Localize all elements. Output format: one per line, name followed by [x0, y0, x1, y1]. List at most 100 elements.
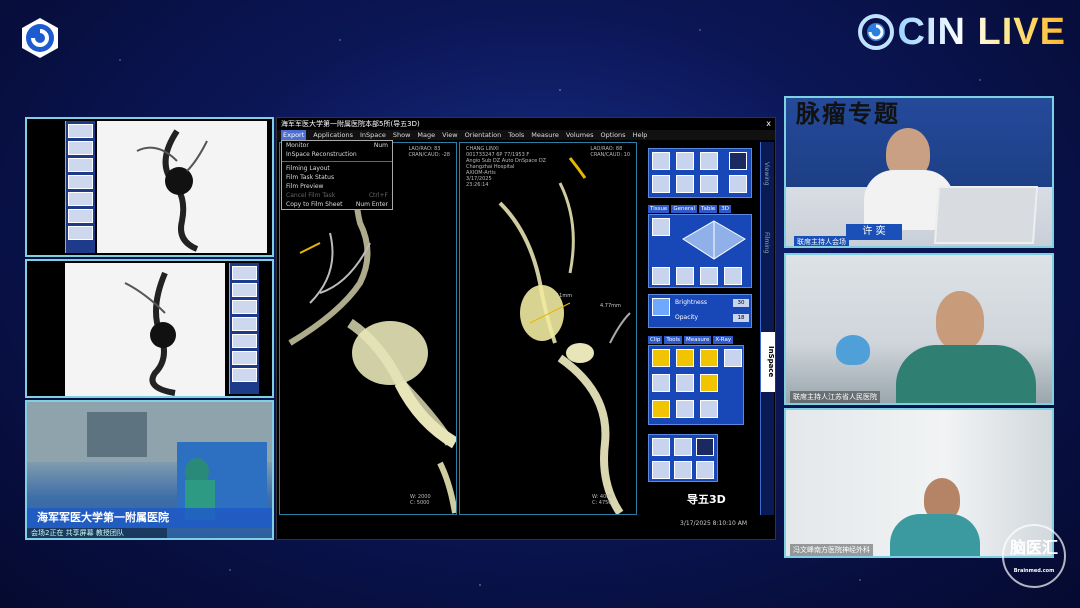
preset-4-icon[interactable]: [724, 267, 742, 285]
venue-label: 联席主持人会场: [794, 236, 849, 246]
opacity-value[interactable]: 18: [733, 314, 749, 322]
tool-panel: Tissue General Table 3D Brightness 30 Opaci…: [640, 142, 775, 515]
orientation-cube-panel: [648, 214, 752, 288]
delete-tool-icon[interactable]: [700, 400, 718, 418]
preset-1-icon[interactable]: [652, 267, 670, 285]
ruler-tool-icon[interactable]: [652, 349, 670, 367]
tab-bar-bottom: Clip Tools Measure X-Ray: [648, 336, 734, 344]
grid-tool-icon[interactable]: [674, 438, 692, 456]
brand-header: CIN LIVE: [857, 12, 1066, 52]
tab-3d[interactable]: 3D: [719, 205, 731, 213]
menu-bar: Export Applications InSpace Show Mage View Ori…: [277, 130, 775, 140]
move-tool-icon[interactable]: [674, 461, 692, 479]
orientation-cube-icon[interactable]: [679, 219, 749, 264]
side-tab-viewing[interactable]: Viewing: [763, 162, 770, 186]
angle-tool-icon[interactable]: [676, 349, 694, 367]
viewport-right[interactable]: CHANG LINXI 001733247 6P 77/1953 F Angio S…: [459, 142, 637, 515]
line-tool-icon[interactable]: [700, 349, 718, 367]
daowu-logo: 导五3D: [687, 493, 726, 506]
venue-label: 联席主持人江苏省人民医院: [790, 391, 880, 403]
dropdown-item-label: Film Preview: [286, 183, 324, 190]
brightness-icon: [652, 298, 670, 316]
menu-item-volumes[interactable]: Volumes: [566, 130, 594, 140]
patient-info: CHANG LINXI 001733247 6P 77/1953 F Angio S…: [466, 146, 547, 188]
preset-3-icon[interactable]: [700, 267, 718, 285]
menu-item-view[interactable]: View: [442, 130, 457, 140]
color-tool-icon[interactable]: [696, 438, 714, 456]
light-tool-icon[interactable]: [700, 152, 718, 170]
person-background: [836, 335, 870, 365]
cursor-tool-icon[interactable]: [652, 175, 670, 193]
no-entry-tool-icon[interactable]: [729, 175, 747, 193]
probe-tool-icon[interactable]: [724, 349, 742, 367]
preset-2-icon[interactable]: [676, 267, 694, 285]
split-tool-icon[interactable]: [652, 438, 670, 456]
dropdown-item[interactable]: Copy to Film Sheet Num Enter: [282, 200, 392, 209]
dropdown-item[interactable]: Monitor Num: [282, 141, 392, 150]
opacity-row[interactable]: Opacity 18: [675, 314, 749, 324]
rotate-tool-icon[interactable]: [652, 152, 670, 170]
share-status: 会场2正在 共享屏幕 教授团队: [27, 528, 167, 538]
menu-item-tools[interactable]: Tools: [508, 130, 524, 140]
marker-tool-icon[interactable]: [652, 400, 670, 418]
watermark-title: 脑医汇: [1009, 538, 1058, 557]
cut-tool-icon[interactable]: [676, 175, 694, 193]
tab-tools[interactable]: Tools: [664, 336, 682, 344]
side-tab-bar: Viewing Filming InSpace: [760, 142, 775, 515]
brightness-row[interactable]: Brightness 30: [675, 299, 749, 309]
dropdown-item[interactable]: Film Preview: [282, 182, 392, 191]
brightness-value[interactable]: 30: [733, 299, 749, 307]
measurement-a: 11mm: [556, 293, 573, 299]
side-tab-inspace[interactable]: InSpace: [761, 332, 775, 392]
video-feed-jiangsu: 联席主持人江苏省人民医院: [784, 253, 1054, 405]
3d-vessel-render: [498, 157, 631, 514]
angio-thumbnail-2[interactable]: [25, 259, 274, 398]
menu-item-orientation[interactable]: Orientation: [465, 130, 502, 140]
close-button[interactable]: x: [766, 118, 771, 130]
laptop: [933, 186, 1039, 244]
person-head: [936, 291, 984, 349]
tab-x-ray[interactable]: X-Ray: [713, 336, 734, 344]
opacity-label: Opacity: [675, 314, 699, 321]
dropdown-item[interactable]: Filming Layout: [282, 164, 392, 173]
tab-clip[interactable]: Clip: [648, 336, 663, 344]
star-tool-icon[interactable]: [700, 175, 718, 193]
menu-item-measure[interactable]: Measure: [531, 130, 559, 140]
person-body: [896, 345, 1036, 403]
angio-thumbnail-1[interactable]: [25, 117, 274, 257]
tab-measure[interactable]: Measure: [683, 336, 712, 344]
tab-tissue[interactable]: Tissue: [648, 205, 670, 213]
brainmed-watermark: 脑医汇 Brainmed.com: [1002, 524, 1066, 588]
area-tool-icon[interactable]: [652, 374, 670, 392]
hospital-caption: 海军军医大学第一附属医院: [27, 508, 272, 528]
dropdown-item[interactable]: Film Task Status: [282, 173, 392, 182]
tab-table[interactable]: Table: [699, 205, 718, 213]
help-tool-icon[interactable]: [652, 461, 670, 479]
side-tab-filming[interactable]: Filming: [763, 232, 770, 253]
eye-tool-icon[interactable]: [696, 461, 714, 479]
dropdown-item-label: InSpace Reconstruction: [286, 151, 357, 158]
camera-tool-icon[interactable]: [729, 152, 747, 170]
menu-item-mage[interactable]: Mage: [417, 130, 435, 140]
thumbnail-strip: [229, 263, 259, 394]
layout-tool-icon[interactable]: [652, 218, 670, 236]
window-level: W: 4000 C: 4750: [592, 494, 613, 506]
dropdown-item[interactable]: Cancel Film Task Ctrl+F: [282, 191, 392, 200]
inspace-app-window[interactable]: 海军军医大学第一附属医院本部5所(导五3D) x Export Applicati…: [276, 117, 776, 540]
menu-item-applications[interactable]: Applications: [313, 130, 353, 140]
menu-item-options[interactable]: Options: [600, 130, 625, 140]
dropdown-item[interactable]: InSpace Reconstruction: [282, 150, 392, 159]
stent-tool-icon[interactable]: [700, 374, 718, 392]
menu-item-inspace[interactable]: InSpace: [360, 130, 386, 140]
venue-label: 冯文峰南方医院神经外科: [790, 544, 873, 556]
crosshair-tool-icon[interactable]: [676, 400, 694, 418]
tab-general[interactable]: General: [671, 205, 698, 213]
menu-item-show[interactable]: Show: [393, 130, 411, 140]
cin-logo-icon: [857, 14, 894, 50]
menu-item-export[interactable]: Export: [281, 130, 307, 140]
cloud-tool-icon[interactable]: [676, 152, 694, 170]
person-body: [890, 514, 980, 556]
point-tool-icon[interactable]: [676, 374, 694, 392]
render-controls: Brightness 30 Opacity 18: [648, 294, 752, 328]
menu-item-help[interactable]: Help: [633, 130, 648, 140]
